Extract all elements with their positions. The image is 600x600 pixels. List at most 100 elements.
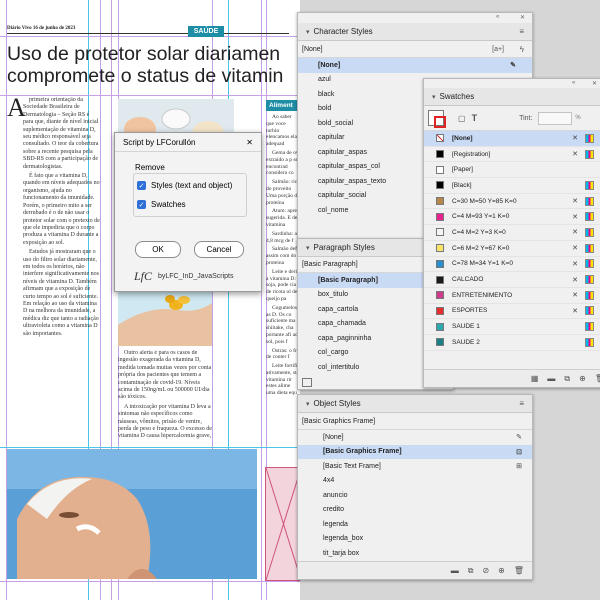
paragraph: Salmão: ric do proveito Uma porção de pr… xyxy=(266,179,300,206)
clear-overrides-icon[interactable]: ⧉ xyxy=(468,566,474,576)
panel-header[interactable]: ▾ Character Styles ≡ xyxy=(298,23,532,41)
container-icon[interactable]: ▢ xyxy=(458,114,466,123)
style-item[interactable]: credito xyxy=(298,503,532,518)
paragraph: Sardinha: a 4,8 mcg de f xyxy=(266,230,297,244)
current-style: [None] xyxy=(302,45,323,53)
checkbox-styles[interactable]: ✓ xyxy=(137,181,146,190)
headline[interactable]: Uso de protetor solar diariamen comprome… xyxy=(7,43,283,87)
close-panel-icon[interactable]: ✕ xyxy=(592,80,597,87)
style-item[interactable]: tit_tarja box xyxy=(298,546,532,561)
collapse-icon[interactable]: « xyxy=(572,80,575,86)
style-group-icon[interactable] xyxy=(302,378,312,387)
panel-title: Object Styles xyxy=(313,399,361,408)
trash-icon[interactable]: 🗑 xyxy=(595,374,600,383)
swatch-row[interactable]: SAUDE 1 xyxy=(424,319,600,335)
current-style-row: [None] [a+] ϟ xyxy=(298,41,532,58)
swatch-name: [Registration] xyxy=(452,150,491,158)
swatch-name: [Black] xyxy=(452,181,472,189)
swatch-name: C=4 M=2 Y=3 K=0 xyxy=(452,228,506,236)
object-styles-panel[interactable]: ▾ Object Styles ≡ [Basic Graphics Frame]… xyxy=(297,394,533,580)
new-swatch-icon[interactable]: ⊕ xyxy=(579,374,586,383)
swatch-row[interactable]: [Registration] ✕ xyxy=(424,147,600,163)
group-label: Remove xyxy=(135,163,165,172)
swatch-name: [None] xyxy=(452,134,473,142)
sunscreen-photo[interactable] xyxy=(7,449,257,579)
tint-input[interactable] xyxy=(538,111,573,125)
panel-title: Character Styles xyxy=(313,27,373,36)
swatch-row[interactable]: C=6 M=2 Y=67 K=0 ✕ xyxy=(424,241,600,257)
trash-icon[interactable]: 🗑 xyxy=(514,566,524,575)
collapse-icon[interactable]: « xyxy=(496,14,499,20)
swatch-row[interactable]: C=78 M=34 Y=1 K=0 ✕ xyxy=(424,257,600,273)
swatches-option[interactable]: ✓ Swatches xyxy=(137,200,186,209)
swatch-name: [Paper] xyxy=(452,166,473,174)
folder-icon[interactable]: ▬ xyxy=(451,566,459,575)
brand-label: byLFC_InD_JavaScripts xyxy=(158,273,234,280)
cmyk-mode-icon xyxy=(585,322,594,332)
checkbox-swatches[interactable]: ✓ xyxy=(137,200,146,209)
lightning-icon[interactable]: ϟ xyxy=(520,45,524,54)
new-style-icon[interactable]: ⊕ xyxy=(498,566,505,575)
non-editable-icon: ✕ xyxy=(572,229,578,237)
fill-stroke-icon[interactable] xyxy=(428,110,446,128)
swatch-row[interactable]: C=4 M=2 Y=3 K=0 ✕ xyxy=(424,225,600,241)
show-all-icon[interactable]: ▦ xyxy=(531,374,539,383)
style-item[interactable]: [None] ✎ xyxy=(298,430,532,445)
style-item[interactable]: anuncio xyxy=(298,488,532,503)
sidebar-copy[interactable]: Ao saber que voce turbin elencamos elas … xyxy=(266,114,300,434)
panel-menu-icon[interactable]: ≡ xyxy=(519,399,524,408)
swatch-chip xyxy=(436,212,444,221)
body-copy-col2[interactable]: Outro alerta é para os casos de ingestão… xyxy=(118,350,212,440)
paragraph: Cogumelos: as D. Os co suficiente ma shi… xyxy=(266,304,299,345)
swatch-row[interactable]: [None] ✕ xyxy=(424,131,600,147)
swatch-row[interactable]: [Paper] xyxy=(424,162,600,179)
panel-menu-icon[interactable]: ≡ xyxy=(519,27,524,36)
swatch-row[interactable]: ENTRETENIMENTO ✕ xyxy=(424,288,600,304)
text-frame-col1[interactable]: A primeira orientação da Sociedade Brasi… xyxy=(7,95,100,442)
cancel-button[interactable]: Cancel xyxy=(194,241,244,258)
style-item[interactable]: [Basic Graphics Frame] ⊡ xyxy=(298,444,532,459)
panel-header[interactable]: ▾ Object Styles ≡ xyxy=(298,395,532,413)
panel-footer: ▦ ▬ ⧉ ⊕ 🗑 xyxy=(424,369,600,387)
dialog-titlebar[interactable]: Script by LFCorullón ✕ xyxy=(115,133,261,152)
style-item[interactable]: legenda xyxy=(298,517,532,532)
style-item[interactable]: 4x4 xyxy=(298,474,532,489)
script-dialog[interactable]: Script by LFCorullón ✕ Remove ✓ Styles (… xyxy=(114,132,262,292)
close-panel-icon[interactable]: ✕ xyxy=(520,14,525,21)
swatch-row[interactable]: [Black] xyxy=(424,178,600,194)
ok-button[interactable]: OK xyxy=(135,241,181,258)
swatch-row[interactable]: C=30 M=50 Y=85 K=0 ✕ xyxy=(424,194,600,210)
swatch-name: ENTRETENIMENTO xyxy=(452,291,513,299)
dialog-title: Script by LFCorullón xyxy=(123,137,196,147)
panel-header[interactable]: ▾ Swatches xyxy=(424,88,600,106)
color-group-icon[interactable]: ⧉ xyxy=(564,374,570,384)
paragraph: Ostras: o fri de conter f xyxy=(266,347,299,361)
quick-apply-label[interactable]: [a+] xyxy=(492,46,504,53)
text-mode-icon[interactable]: T xyxy=(472,113,478,123)
paragraph: Leite fortific ativamente, sta vitamina … xyxy=(266,363,300,397)
swatch-row[interactable]: CALCADO ✕ xyxy=(424,272,600,288)
cmyk-mode-icon xyxy=(585,290,594,300)
swatches-panel[interactable]: « ✕ ▾ Swatches ▢ T Tint: % [None] ✕ [Regis… xyxy=(423,78,600,388)
cmyk-mode-icon xyxy=(585,180,594,190)
paragraph: primeira orientação da Sociedade Brasile… xyxy=(23,97,99,170)
folder-icon[interactable]: ▬ xyxy=(547,374,555,383)
chevron-down-icon: ▾ xyxy=(306,28,310,36)
swatch-row[interactable]: ESPORTES ✕ xyxy=(424,304,600,320)
close-icon[interactable]: ✕ xyxy=(246,138,253,147)
cmyk-mode-icon xyxy=(585,243,594,253)
clear-attributes-icon[interactable]: ⊘ xyxy=(482,566,489,575)
pencil-cross-icon: ✎ xyxy=(510,62,516,70)
row-guide xyxy=(0,447,300,448)
style-item[interactable]: [Basic Text Frame] ⊞ xyxy=(298,459,532,474)
cmyk-mode-icon xyxy=(585,306,594,316)
swatch-row[interactable]: C=4 M=93 Y=1 K=0 ✕ xyxy=(424,209,600,226)
swatch-row[interactable]: SAUDE 2 xyxy=(424,335,600,351)
styles-option[interactable]: ✓ Styles (text and object) xyxy=(137,181,232,190)
swatch-name: CALCADO xyxy=(452,276,484,284)
style-item[interactable]: legenda_box xyxy=(298,532,532,547)
style-item[interactable]: [None] ✎ xyxy=(298,58,532,73)
cmyk-mode-icon xyxy=(585,337,594,347)
ad-frame[interactable] xyxy=(265,467,300,581)
document-page[interactable]: Diário Vivo 16 de junho de 2023 SAÚDE Us… xyxy=(0,0,300,600)
